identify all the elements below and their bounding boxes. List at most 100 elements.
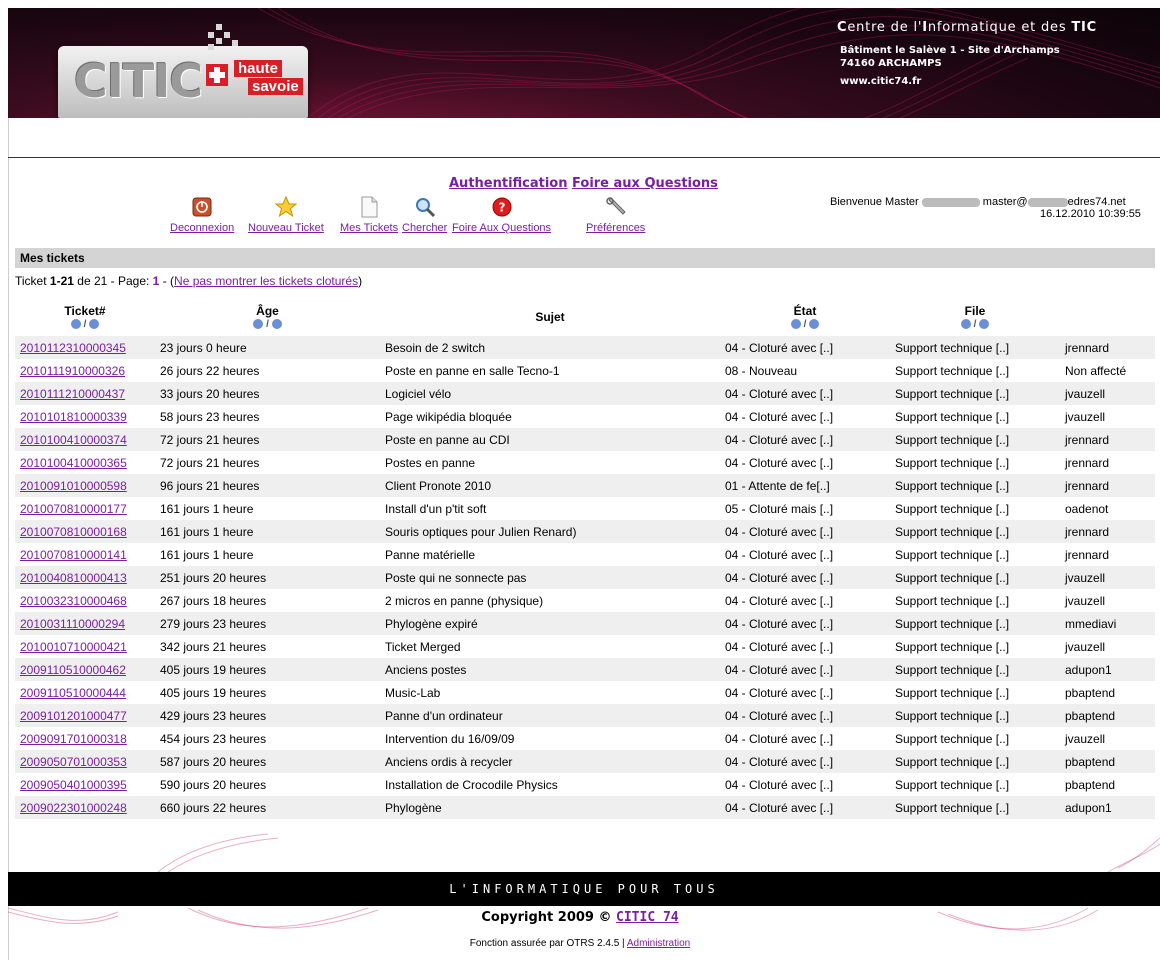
ticket-number-link[interactable]: 2010070810000168 xyxy=(20,525,127,539)
ticket-number-link[interactable]: 2010101810000339 xyxy=(20,410,127,424)
ticket-state: 04 - Cloturé avec [..] xyxy=(720,612,890,635)
table-row[interactable]: 2010031110000294 279 jours 23 heures Phylo… xyxy=(15,612,1155,635)
powered-by: Fonction assurée par OTRS 2.4.5 | Admini… xyxy=(469,938,691,949)
ticket-subject: Postes en panne xyxy=(385,455,476,470)
sort-desc-icon[interactable] xyxy=(89,319,100,330)
tool-search[interactable]: Chercher xyxy=(402,196,447,234)
ticket-queue: Support technique [..] xyxy=(895,731,1010,746)
column-queue: File / xyxy=(890,298,1060,336)
sort-asc-icon[interactable] xyxy=(70,319,81,330)
ticket-number-link[interactable]: 2010100410000374 xyxy=(20,433,127,447)
table-row[interactable]: 2010040810000413 251 jours 20 heures Poste… xyxy=(15,566,1155,589)
ticket-number-link[interactable]: 2010070810000177 xyxy=(20,502,127,516)
ticket-age: 26 jours 22 heures xyxy=(160,363,260,378)
table-row[interactable]: 2010101810000339 58 jours 23 heures Page w… xyxy=(15,405,1155,428)
ticket-owner: jrennard xyxy=(1060,336,1155,359)
column-owner xyxy=(1060,298,1155,336)
deconnexion-link[interactable]: Deconnexion xyxy=(170,222,234,234)
pager: Ticket 1-21 de 21 - Page: 1 - (Ne pas mo… xyxy=(15,274,363,288)
table-row[interactable]: 2009022301000248 660 jours 22 heures Phylo… xyxy=(15,796,1155,819)
table-row[interactable]: 2010070810000168 161 jours 1 heure Souris … xyxy=(15,520,1155,543)
faq-link[interactable]: Foire Aux Questions xyxy=(452,222,551,234)
table-row[interactable]: 2010070810000177 161 jours 1 heure Install… xyxy=(15,497,1155,520)
new-ticket-link[interactable]: Nouveau Ticket xyxy=(248,222,324,234)
redacted-email xyxy=(1027,197,1068,207)
citic-link[interactable]: CITIC 74 xyxy=(616,910,679,925)
ticket-number-link[interactable]: 2009101201000477 xyxy=(20,709,127,723)
column-subject: Sujet xyxy=(535,310,565,324)
ticket-owner: mmediavi xyxy=(1060,612,1155,635)
sort-desc-icon[interactable] xyxy=(809,319,820,330)
tool-new-ticket[interactable]: Nouveau Ticket xyxy=(248,195,324,234)
ticket-number-link[interactable]: 2010111210000437 xyxy=(20,387,125,401)
table-row[interactable]: 2010112310000345 23 jours 0 heure Besoin d… xyxy=(15,336,1155,359)
ticket-number-link[interactable]: 2010111910000326 xyxy=(20,364,125,378)
tool-my-tickets[interactable]: Mes Tickets xyxy=(340,196,398,234)
sort-desc-icon[interactable] xyxy=(979,319,990,330)
ticket-number-link[interactable]: 2010040810000413 xyxy=(20,571,127,585)
ticket-state: 04 - Cloturé avec [..] xyxy=(725,593,834,608)
table-row[interactable]: 2009050401000395 590 jours 20 heures Insta… xyxy=(15,773,1155,796)
table-row[interactable]: 2010111210000437 33 jours 20 heures Logici… xyxy=(15,382,1155,405)
ticket-number-link[interactable]: 2010010710000421 xyxy=(20,640,127,654)
current-datetime: 16.12.2010 10:39:55 xyxy=(1040,208,1141,220)
ticket-number-link[interactable]: 2010031110000294 xyxy=(20,617,125,631)
table-row[interactable]: 2010010710000421 342 jours 21 heures Ticke… xyxy=(15,635,1155,658)
sort-asc-icon[interactable] xyxy=(253,319,264,330)
preferences-link[interactable]: Préférences xyxy=(586,222,645,234)
ticket-owner: pbaptend xyxy=(1065,777,1116,792)
table-row[interactable]: 2010070810000141 161 jours 1 heure Panne m… xyxy=(15,543,1155,566)
ticket-number-link[interactable]: 2009050701000353 xyxy=(20,755,127,769)
ticket-subject: Client Pronote 2010 xyxy=(380,474,720,497)
help-icon: ? xyxy=(491,196,513,218)
ticket-number-link[interactable]: 2009091701000318 xyxy=(20,732,127,746)
table-row[interactable]: 2010100410000374 72 jours 21 heures Poste … xyxy=(15,428,1155,451)
ticket-age: 342 jours 21 heures xyxy=(160,639,267,654)
tool-deconnexion[interactable]: Deconnexion xyxy=(170,196,234,234)
ticket-owner: jrennard xyxy=(1060,520,1155,543)
table-row[interactable]: 2009110510000462 405 jours 19 heures Ancie… xyxy=(15,658,1155,681)
ticket-number-link[interactable]: 2010070810000141 xyxy=(20,548,127,562)
table-row[interactable]: 2009110510000444 405 jours 19 heures Music… xyxy=(15,681,1155,704)
ticket-number-link[interactable]: 2010100410000365 xyxy=(20,456,127,470)
ticket-number-link[interactable]: 2009110510000462 xyxy=(20,663,126,677)
table-row[interactable]: 2010100410000365 72 jours 21 heures Postes… xyxy=(15,451,1155,474)
org-title: Centre de l'Informatique et des TIC xyxy=(837,20,1097,35)
tool-faq[interactable]: ? Foire Aux Questions xyxy=(452,196,551,234)
ticket-subject: Poste en panne en salle Tecno-1 xyxy=(385,363,560,378)
ticket-number: 2009091701000318 xyxy=(15,727,155,750)
ticket-number: 2010031110000294 xyxy=(15,612,155,635)
ticket-age: 23 jours 0 heure xyxy=(155,336,380,359)
table-row[interactable]: 2009091701000318 454 jours 23 heures Inter… xyxy=(15,727,1155,750)
table-row[interactable]: 2010111910000326 26 jours 22 heures Poste … xyxy=(15,359,1155,382)
ticket-queue: Support technique [..] xyxy=(895,685,1010,700)
table-row[interactable]: 2009101201000477 429 jours 23 heures Panne… xyxy=(15,704,1155,727)
table-row[interactable]: 2010091010000598 96 jours 21 heures Client… xyxy=(15,474,1155,497)
ticket-number: 2009022301000248 xyxy=(15,796,155,819)
ticket-subject: Panne matérielle xyxy=(385,547,476,562)
search-link[interactable]: Chercher xyxy=(402,222,447,234)
ticket-state: 04 - Cloturé avec [..] xyxy=(725,455,834,470)
faq-top-link[interactable]: Foire aux Questions xyxy=(572,176,718,191)
ticket-number-link[interactable]: 2010091010000598 xyxy=(20,479,127,493)
table-row[interactable]: 2010032310000468 267 jours 18 heures 2 mic… xyxy=(15,589,1155,612)
ticket-number-link[interactable]: 2009050401000395 xyxy=(20,778,127,792)
top-links: Authentification Foire aux Questions xyxy=(449,176,718,191)
ticket-queue: Support technique [..] xyxy=(890,474,1060,497)
sort-asc-icon[interactable] xyxy=(960,319,971,330)
authentication-link[interactable]: Authentification xyxy=(449,176,568,191)
ticket-number-link[interactable]: 2010032310000468 xyxy=(20,594,127,608)
hide-closed-tickets-link[interactable]: Ne pas montrer les tickets cloturés xyxy=(174,274,358,288)
ticket-number-link[interactable]: 2009110510000444 xyxy=(20,686,126,700)
tool-preferences[interactable]: Préférences xyxy=(586,196,645,234)
administration-link[interactable]: Administration xyxy=(627,938,690,949)
sort-desc-icon[interactable] xyxy=(271,319,282,330)
sort-asc-icon[interactable] xyxy=(790,319,801,330)
my-tickets-link[interactable]: Mes Tickets xyxy=(340,222,398,234)
ticket-age: 454 jours 23 heures xyxy=(160,731,267,746)
ticket-queue: Support technique [..] xyxy=(890,428,1060,451)
table-row[interactable]: 2009050701000353 587 jours 20 heures Ancie… xyxy=(15,750,1155,773)
ticket-number-link[interactable]: 2009022301000248 xyxy=(20,801,127,815)
ticket-owner: jvauzell xyxy=(1060,382,1155,405)
ticket-number-link[interactable]: 2010112310000345 xyxy=(20,341,126,355)
